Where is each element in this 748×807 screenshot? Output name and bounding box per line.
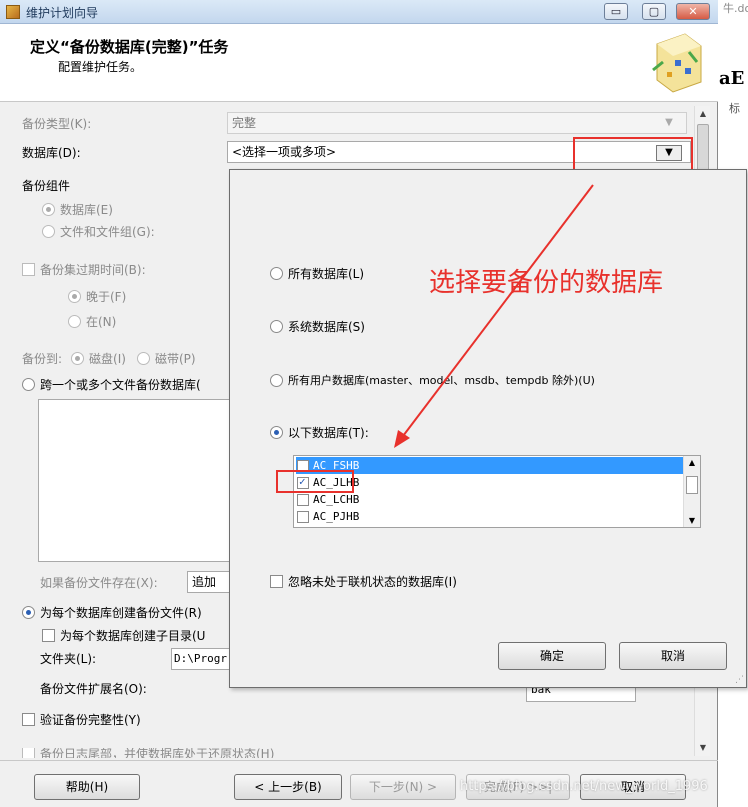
annotation-arrow: [394, 184, 594, 448]
